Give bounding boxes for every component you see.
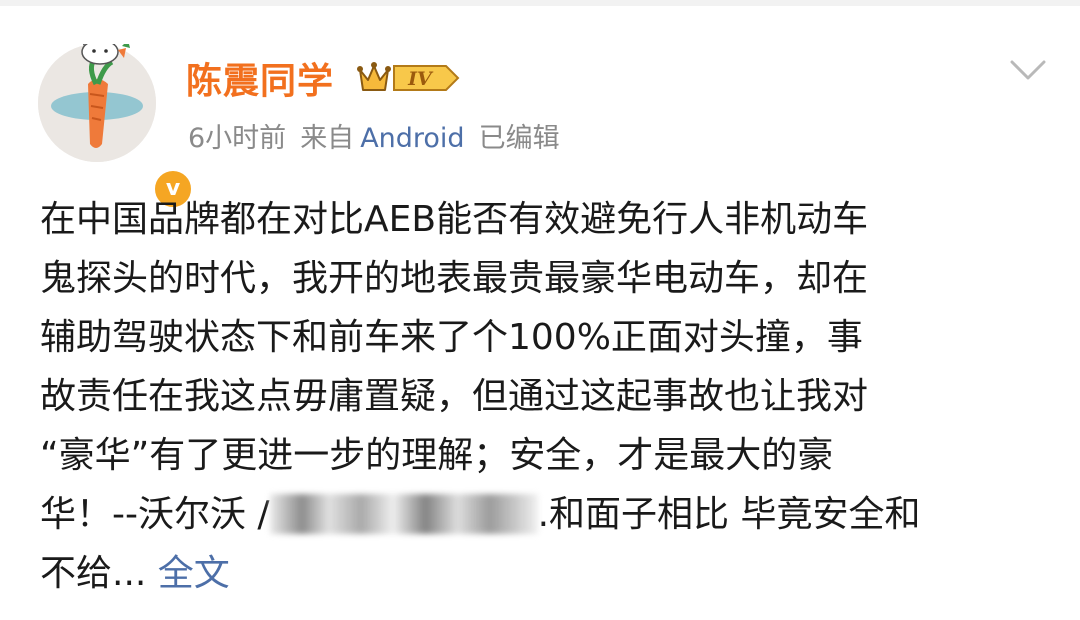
vip-level: IV bbox=[407, 68, 434, 90]
post-text-line: 不给... 全文 bbox=[40, 544, 1060, 603]
post-meta: 6小时前 来自 Android 已编辑 bbox=[188, 116, 574, 155]
line6-prefix: 华！--沃尔沃 / bbox=[40, 494, 270, 535]
post-time: 6小时前 bbox=[188, 123, 287, 154]
top-divider bbox=[0, 0, 1080, 6]
post-text-line: “豪华”有了更进一步的理解；安全，才是最大的豪 bbox=[40, 435, 834, 476]
source-link[interactable]: Android bbox=[360, 123, 464, 154]
bunny-carrot-avatar-icon bbox=[38, 44, 156, 162]
crown-icon[interactable]: IV bbox=[356, 58, 462, 98]
line6-suffix: .和面子相比 毕竟安全和 bbox=[537, 494, 921, 535]
edited-label: 已编辑 bbox=[478, 123, 560, 154]
post-text-line: 华！--沃尔沃 / .和面子相比 毕竟安全和 bbox=[40, 485, 1060, 544]
user-avatar[interactable]: v bbox=[38, 44, 194, 210]
full-text-link[interactable]: 全文 bbox=[158, 553, 230, 594]
username[interactable]: 陈震同学 bbox=[186, 52, 334, 104]
source-prefix: 来自 bbox=[300, 123, 355, 154]
chevron-down-icon[interactable] bbox=[1008, 58, 1048, 82]
post-text-line: 辅助驾驶状态下和前车来了个100%正面对头撞，事 bbox=[40, 317, 863, 358]
post-content: 在中国品牌都在对比AEB能否有效避免行人非机动车 鬼探头的时代，我开的地表最贵最… bbox=[40, 190, 1060, 603]
post-text-line: 故责任在我这点毋庸置疑，但通过这起事故也让我对 bbox=[40, 376, 869, 417]
post-text-line: 在中国品牌都在对比AEB能否有效避免行人非机动车 bbox=[40, 199, 869, 240]
redacted-blur bbox=[269, 494, 538, 534]
post-text-line: 鬼探头的时代，我开的地表最贵最豪华电动车，却在 bbox=[40, 258, 869, 299]
truncated-text: 不给... bbox=[40, 553, 147, 594]
